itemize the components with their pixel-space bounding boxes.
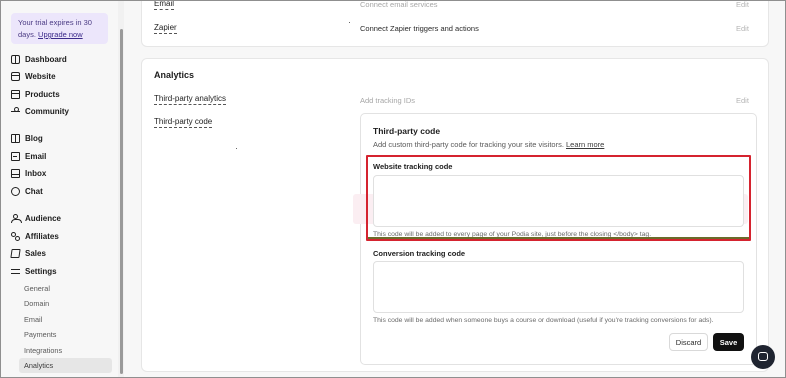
chat-bubble-icon [758,352,768,361]
sidebar-item-chat[interactable]: Chat [9,184,111,199]
analytics-title: Analytics [154,70,195,80]
highlight-box [366,155,751,241]
support-chat-button[interactable] [751,345,775,369]
sidebar-item-label: Settings [25,267,57,276]
community-icon [11,107,20,116]
stray-dot [349,22,350,23]
app-window: Your trial expires in 30 days. Upgrade n… [0,0,786,378]
sidebar-item-label: Chat [25,187,43,196]
third-party-code-label[interactable]: Third-party code [154,117,213,128]
settings-sub-label: General [24,284,50,293]
sidebar-item-label: Affiliates [25,232,59,241]
sidebar-item-label: Inbox [25,169,47,178]
sidebar-item-affiliates[interactable]: Affiliates [9,229,111,244]
main-content: Email Connect email services Edit Zapier… [125,0,785,377]
audience-icon [11,214,22,223]
sidebar-scrollbar-thumb[interactable] [120,29,123,374]
dashboard-icon [11,55,20,64]
integrations-card: Email Connect email services Edit Zapier… [141,0,769,47]
settings-sub-integrations[interactable]: Integrations [19,343,112,358]
blog-icon [11,134,20,143]
third-party-analytics-edit-link[interactable]: Edit [736,96,749,105]
sidebar-item-inbox[interactable]: Inbox [9,166,111,181]
sidebar-item-label: Community [25,107,69,116]
integration-zapier-edit-link[interactable]: Edit [736,24,749,33]
settings-sub-label: Domain [24,299,50,308]
conversion-tracking-textarea[interactable] [373,261,744,313]
sidebar-item-sales[interactable]: Sales [9,246,111,261]
sidebar-item-label: Dashboard [25,55,67,64]
learn-more-link[interactable]: Learn more [566,140,604,149]
settings-sub-email[interactable]: Email [19,312,112,327]
chat-icon [11,187,20,196]
conversion-tracking-label: Conversion tracking code [373,249,466,258]
integration-email-edit-link[interactable]: Edit [736,1,749,9]
settings-sub-general[interactable]: General [19,281,112,296]
sidebar-item-website[interactable]: Website [9,69,111,84]
sidebar-item-label: Audience [25,214,62,223]
sidebar-item-dashboard[interactable]: Dashboard [9,52,111,67]
inbox-icon [11,169,20,178]
third-party-code-panel: Third-party code Add custom third-party … [353,113,757,365]
settings-sub-analytics[interactable]: Analytics [19,358,112,373]
third-party-analytics-label[interactable]: Third-party analytics [154,94,227,105]
sidebar-item-audience[interactable]: Audience [9,211,111,226]
sidebar-item-settings[interactable]: Settings [9,264,111,279]
analytics-card: Analytics Third-party analytics Add trac… [141,58,769,372]
sidebar: Your trial expires in 30 days. Upgrade n… [1,1,119,377]
products-icon [11,90,20,99]
settings-icon [11,267,20,276]
sidebar-item-label: Sales [25,249,46,258]
integration-email-description: Connect email services [360,0,438,9]
sales-icon [10,249,21,258]
discard-button[interactable]: Discard [669,333,708,351]
settings-sub-label: Email [24,315,43,324]
settings-sub-label: Integrations [24,346,63,355]
sidebar-item-label: Email [25,152,47,161]
settings-sub-payments[interactable]: Payments [19,327,112,342]
sidebar-item-products[interactable]: Products [9,87,111,102]
sidebar-item-label: Blog [25,134,43,143]
sidebar-item-blog[interactable]: Blog [9,131,111,146]
settings-sub-label: Payments [24,330,57,339]
integration-zapier-description: Connect Zapier triggers and actions [360,24,479,33]
integration-email-label[interactable]: Email [154,1,175,10]
upgrade-link[interactable]: Upgrade now [38,30,83,39]
sidebar-item-label: Products [25,90,60,99]
sidebar-item-community[interactable]: Community [9,104,111,119]
stray-dot [236,148,237,149]
settings-sub-label: Analytics [24,361,54,370]
save-button[interactable]: Save [713,333,744,351]
affiliates-icon [11,232,20,241]
integration-zapier-label[interactable]: Zapier [154,23,177,34]
website-icon [11,72,20,81]
trial-banner: Your trial expires in 30 days. Upgrade n… [11,13,108,44]
panel-title: Third-party code [373,126,441,136]
sidebar-item-email[interactable]: Email [9,149,111,164]
third-party-analytics-description: Add tracking IDs [360,96,416,105]
panel-description: Add custom third-party code for tracking… [373,140,604,149]
panel-description-text: Add custom third-party code for tracking… [373,140,564,149]
settings-sub-domain[interactable]: Domain [19,296,112,311]
email-icon [11,152,20,161]
sidebar-item-label: Website [25,72,56,81]
conversion-tracking-hint: This code will be added when someone buy… [373,317,714,324]
